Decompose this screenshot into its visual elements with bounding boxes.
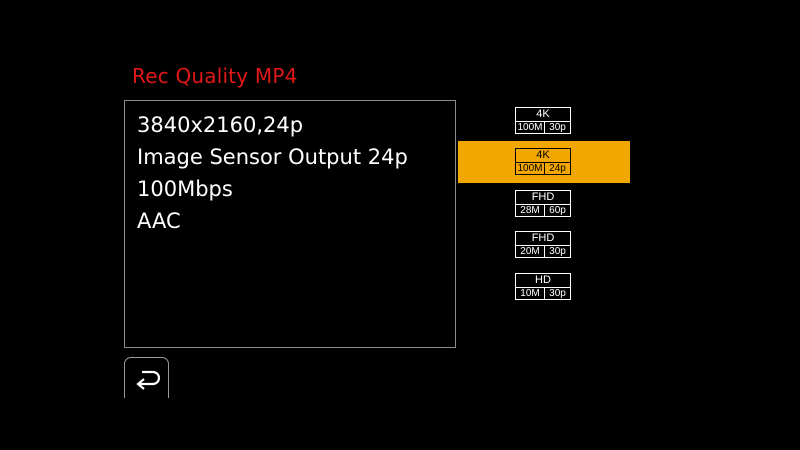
return-arrow-icon xyxy=(136,370,161,390)
sensor-output-text: Image Sensor Output 24p xyxy=(137,145,408,169)
option-resolution: FHD xyxy=(516,232,570,246)
quality-option-fhd-20m-30p[interactable]: FHD 20M 30p xyxy=(515,231,571,258)
option-bitrate: 100M xyxy=(516,163,545,175)
option-resolution: FHD xyxy=(516,191,570,205)
option-framerate: 30p xyxy=(549,288,566,299)
option-bitrate: 100M xyxy=(516,122,545,134)
option-framerate: 30p xyxy=(549,122,566,133)
option-bitrate: 10M xyxy=(516,288,545,300)
quality-option-fhd-28m-60p[interactable]: FHD 28M 60p xyxy=(515,190,571,217)
quality-info-panel: 3840x2160,24p Image Sensor Output 24p 10… xyxy=(124,100,456,348)
audio-text: AAC xyxy=(137,209,181,233)
menu-title: Rec Quality MP4 xyxy=(132,64,298,88)
option-bitrate: 20M xyxy=(516,246,545,258)
option-framerate: 30p xyxy=(549,246,566,257)
quality-option-4k-100m-24p[interactable]: 4K 100M 24p xyxy=(515,148,571,175)
option-resolution: 4K xyxy=(516,149,570,163)
resolution-text: 3840x2160,24p xyxy=(137,113,304,137)
back-button[interactable] xyxy=(124,357,169,398)
option-resolution: 4K xyxy=(516,108,570,122)
option-framerate: 60p xyxy=(549,205,566,216)
option-framerate: 24p xyxy=(549,163,566,174)
quality-option-4k-100m-30p[interactable]: 4K 100M 30p xyxy=(515,107,571,134)
option-bitrate: 28M xyxy=(516,205,545,217)
bitrate-text: 100Mbps xyxy=(137,177,233,201)
option-resolution: HD xyxy=(516,274,570,288)
quality-option-hd-10m-30p[interactable]: HD 10M 30p xyxy=(515,273,571,300)
